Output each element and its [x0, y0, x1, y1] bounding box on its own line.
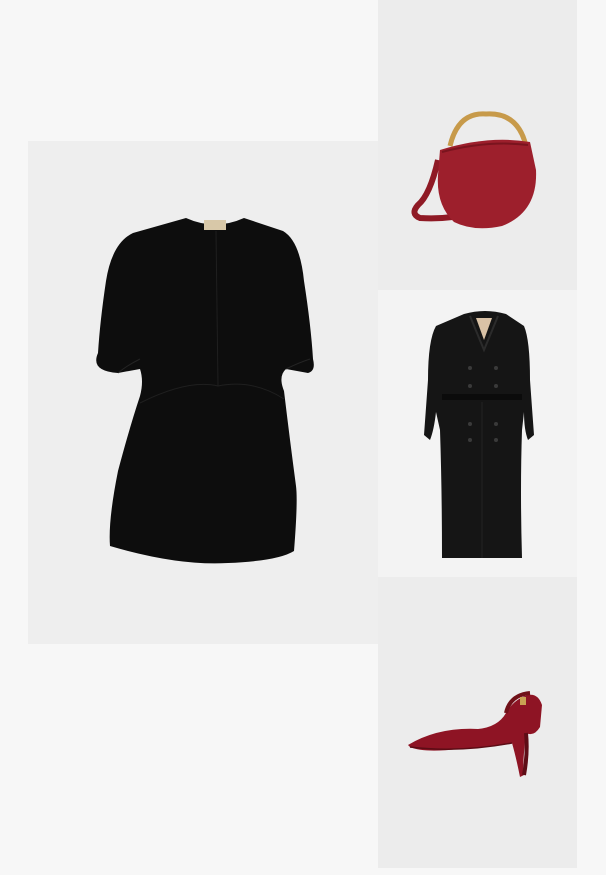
- black-dress-image: [96, 218, 314, 564]
- shoe-tile[interactable]: [378, 577, 577, 868]
- red-slingback-pump-image: [408, 691, 542, 777]
- coat-tile[interactable]: [378, 290, 577, 577]
- dress-tile[interactable]: [28, 141, 378, 644]
- bag-tile[interactable]: [378, 0, 577, 290]
- black-trench-coat-image: [424, 311, 534, 558]
- red-handbag-image: [411, 111, 537, 229]
